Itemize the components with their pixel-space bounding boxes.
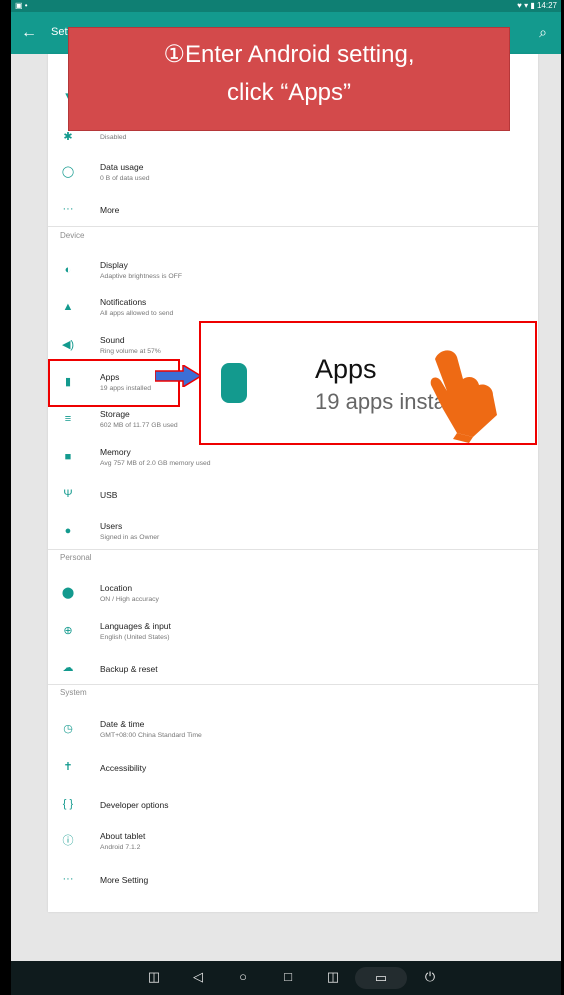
screenshot-icon: ▭ — [374, 970, 388, 985]
settings-item-location[interactable]: ⬤ Location ON / High accuracy — [48, 577, 538, 613]
callout-title: Apps — [315, 354, 377, 384]
settings-item-about-tablet[interactable]: ⓘ About tablet Android 7.1.2 — [48, 825, 538, 861]
volume-down-icon[interactable]: ◫ — [145, 968, 163, 986]
settings-item-languages[interactable]: ⊕ Languages & input English (United Stat… — [48, 615, 538, 651]
item-title: Notifications — [100, 297, 147, 307]
item-title: Developer options — [100, 800, 169, 810]
item-title: More — [100, 205, 120, 215]
user-icon: ● — [64, 525, 72, 537]
settings-list: ▾ ✱ Disabled ◯ Data usage 0 B of data us… — [48, 54, 538, 912]
info-icon: ⓘ — [62, 835, 74, 847]
recents-icon[interactable]: □ — [279, 968, 297, 986]
memory-icon: ■ — [64, 451, 72, 463]
item-subtitle: ON / High accuracy — [100, 596, 159, 603]
item-title: Backup & reset — [100, 664, 158, 674]
item-title: Storage — [100, 409, 130, 419]
volume-up-icon[interactable]: ◫ — [324, 968, 342, 986]
usb-icon: Ψ — [63, 488, 73, 500]
instruction-line-2: click “Apps” — [226, 79, 352, 106]
accessibility-icon: ✝ — [63, 761, 73, 773]
item-title: Data usage — [100, 162, 144, 172]
settings-item-developer-options[interactable]: { } Developer options — [48, 788, 538, 824]
item-subtitle: Adaptive brightness is OFF — [100, 273, 182, 280]
settings-item-usb[interactable]: Ψ USB — [48, 478, 538, 514]
home-icon[interactable]: ○ — [234, 968, 252, 986]
storage-icon: ≡ — [64, 413, 72, 425]
back-arrow-icon[interactable]: ← — [21, 24, 37, 42]
status-left-icons: ▣ • — [15, 1, 28, 10]
power-icon[interactable]: ⏻ — [421, 968, 439, 986]
back-icon[interactable]: ◁ — [189, 968, 207, 986]
settings-item-date-time[interactable]: ◷ Date & time GMT+08:00 China Standard T… — [48, 713, 538, 749]
item-title: Date & time — [100, 719, 145, 729]
item-subtitle: All apps allowed to send — [100, 310, 174, 317]
status-bar: ▣ • ♥ ▾ ▮ 14:27 — [11, 0, 561, 12]
section-header-personal: Personal — [60, 553, 92, 562]
android-icon — [221, 363, 247, 403]
apps-zoom-callout: Apps 19 apps installed — [199, 321, 537, 445]
instruction-line-1: ①Enter Android setting, — [163, 41, 415, 68]
item-title: Sound — [100, 335, 125, 345]
tapping-hand-icon — [430, 350, 497, 443]
item-subtitle: 602 MB of 11.77 GB used — [100, 422, 178, 429]
settings-item-data-usage[interactable]: ◯ Data usage 0 B of data used — [48, 156, 538, 192]
cloud-icon: ☁ — [62, 662, 74, 674]
clock-icon: ◷ — [63, 723, 73, 735]
settings-item-display[interactable]: ◐ Display Adaptive brightness is OFF — [48, 254, 538, 290]
braces-icon: { } — [62, 798, 74, 810]
item-subtitle: Ring volume at 57% — [100, 348, 161, 355]
item-title: Accessibility — [100, 763, 147, 773]
system-navigation-bar: ◫ ◁ ○ □ ◫ ▭ ⏻ — [11, 961, 561, 995]
location-icon: ⬤ — [61, 587, 75, 599]
instruction-banner: ①Enter Android setting, click “Apps” — [68, 27, 510, 131]
item-title: Languages & input — [100, 621, 171, 631]
item-title: About tablet — [100, 831, 146, 841]
divider — [48, 226, 538, 227]
settings-item-backup[interactable]: ☁ Backup & reset — [48, 652, 538, 688]
settings-item-more-setting[interactable]: ··· More Setting — [48, 863, 538, 899]
item-title: Users — [100, 521, 123, 531]
item-subtitle: Disabled — [100, 134, 127, 141]
item-subtitle: Avg 757 MB of 2.0 GB memory used — [100, 460, 211, 467]
item-title: More Setting — [100, 875, 149, 885]
divider — [48, 549, 538, 550]
globe-icon: ⊕ — [63, 625, 73, 637]
item-title: USB — [100, 490, 118, 500]
section-header-device: Device — [60, 231, 85, 240]
pointer-arrow-icon — [155, 365, 201, 387]
item-subtitle: English (United States) — [100, 634, 170, 641]
item-subtitle: Signed in as Owner — [100, 534, 160, 541]
bluetooth-icon: ✱ — [63, 131, 73, 143]
settings-item-more[interactable]: ··· More — [48, 193, 538, 229]
item-subtitle: 0 B of data used — [100, 175, 150, 182]
status-right: ♥ ▾ ▮ 14:27 — [517, 1, 557, 10]
tablet-screen: ▣ • ♥ ▾ ▮ 14:27 ← Sett ⌕ ▾ ✱ Disabled ◯ … — [11, 0, 561, 995]
item-subtitle: Android 7.1.2 — [100, 844, 141, 851]
settings-item-accessibility[interactable]: ✝ Accessibility — [48, 751, 538, 787]
display-icon: ◐ — [64, 264, 72, 276]
more-icon: ··· — [62, 203, 74, 215]
section-header-system: System — [60, 688, 87, 697]
search-icon[interactable]: ⌕ — [539, 24, 547, 41]
settings-item-users[interactable]: ● Users Signed in as Owner — [48, 515, 538, 551]
bell-icon: ▲ — [62, 301, 74, 313]
screenshot-button[interactable]: ▭ — [355, 967, 407, 989]
item-subtitle: GMT+08:00 China Standard Time — [100, 732, 202, 739]
data-usage-icon: ◯ — [61, 166, 75, 178]
item-title: Location — [100, 583, 133, 593]
item-title: Display — [100, 260, 128, 270]
settings-item-memory[interactable]: ■ Memory Avg 757 MB of 2.0 GB memory use… — [48, 441, 538, 477]
more-icon: ··· — [62, 873, 74, 885]
item-title: Memory — [100, 447, 131, 457]
divider — [48, 684, 538, 685]
speaker-icon: ◀) — [61, 339, 75, 351]
